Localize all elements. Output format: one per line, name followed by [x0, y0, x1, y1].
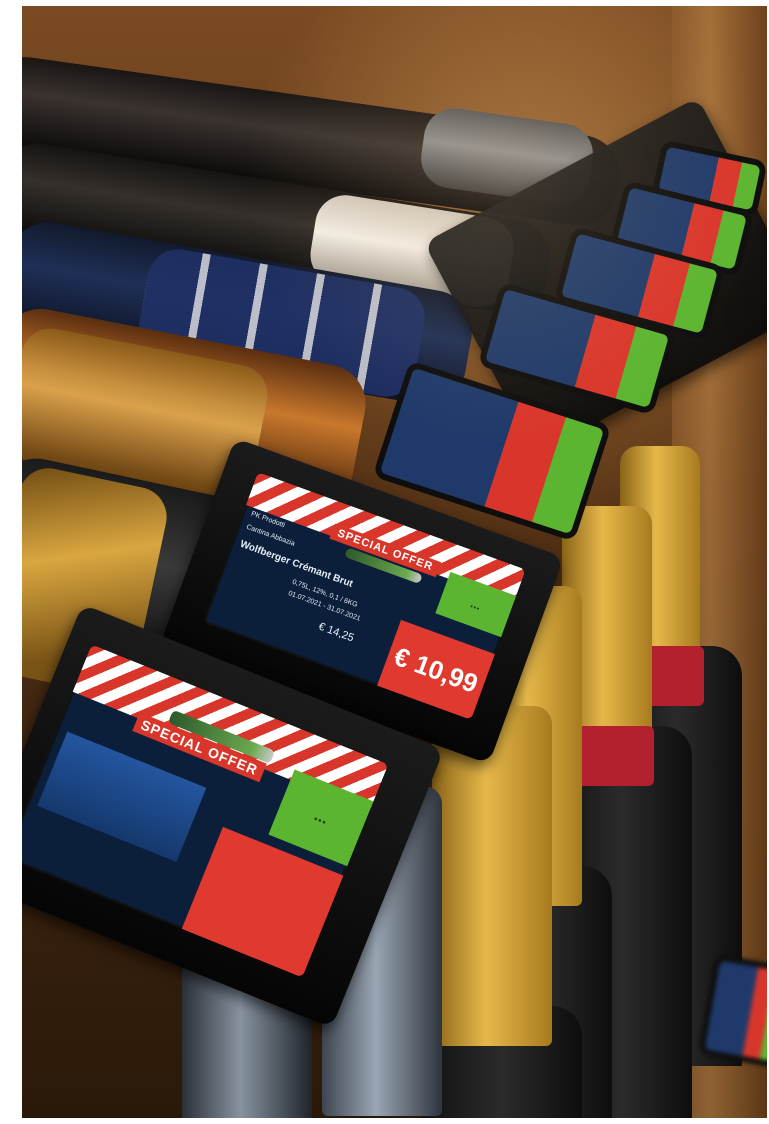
old-price: € 14,25	[316, 620, 356, 645]
champagne-foil-neck	[432, 706, 552, 1046]
product-info-blur	[37, 731, 207, 862]
product-photo: SPECIAL OFFER PK Prodotti Cantina Abbazi…	[22, 6, 767, 1118]
